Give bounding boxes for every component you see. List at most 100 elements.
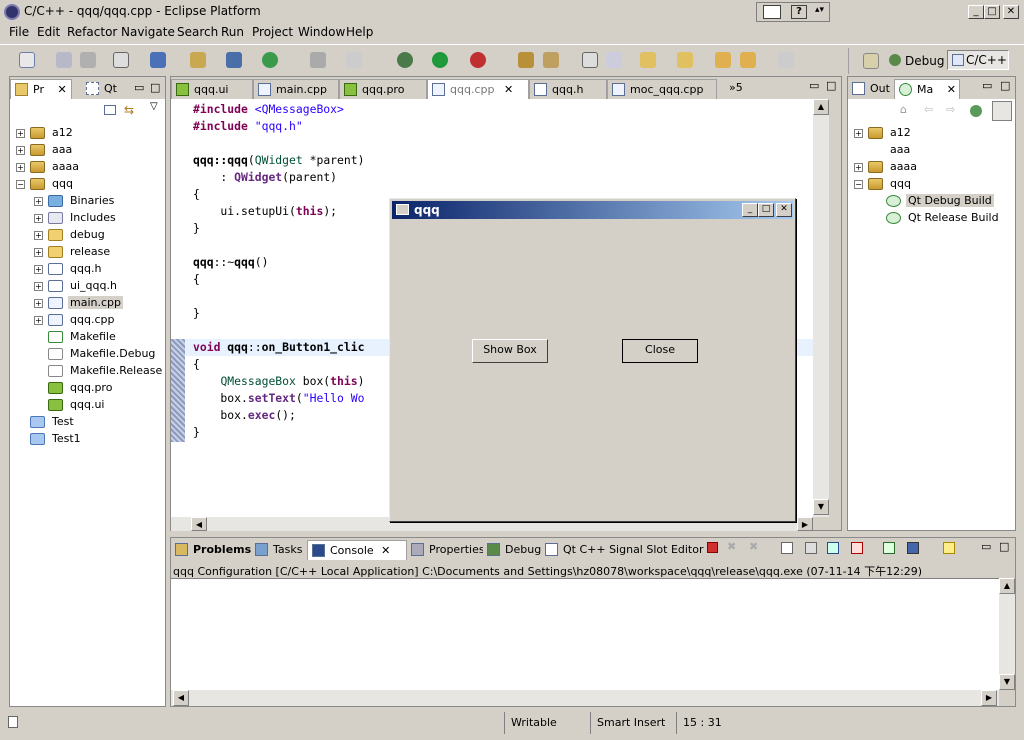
bottom-tab-qt-c-signal-slot-editor[interactable]: Qt C++ Signal Slot Editor	[541, 540, 704, 560]
terminate-icon[interactable]	[707, 542, 718, 553]
show-on-output-icon[interactable]	[827, 542, 839, 554]
maximize-view-icon[interactable]: □	[999, 540, 1009, 553]
project-tree-item-qqq-cpp[interactable]: + qqq.cpp	[10, 312, 165, 329]
hide-empty-folders-toggle[interactable]	[992, 101, 1012, 121]
expand-icon[interactable]: +	[34, 316, 43, 325]
project-tree-item-qqq-h[interactable]: + qqq.h	[10, 261, 165, 278]
home-icon[interactable]: ⌂	[900, 103, 907, 116]
new-folder-icon[interactable]	[190, 52, 206, 68]
next-annotation-icon[interactable]	[640, 52, 656, 68]
tab-overflow[interactable]: »5	[729, 81, 743, 94]
project-tree-item-makefile-release[interactable]: Makefile.Release	[10, 363, 165, 380]
build-target-icon[interactable]	[970, 105, 982, 117]
help-icon[interactable]: ?	[791, 5, 807, 19]
tab-project-explorer[interactable]: Pr ✕	[10, 79, 72, 99]
menu-navigate[interactable]: Navigate	[121, 25, 175, 39]
project-tree-item-qqq-pro[interactable]: qqq.pro	[10, 380, 165, 397]
scroll-up-icon[interactable]: ▲	[999, 578, 1015, 594]
menu-run[interactable]: Run	[221, 25, 244, 39]
menu-search[interactable]: Search	[177, 25, 218, 39]
dialog-title-bar[interactable]: qqq _ □ ✕	[392, 201, 793, 219]
vertical-scrollbar[interactable]: ▲ ▼	[813, 99, 829, 517]
forward-icon[interactable]: ⇨	[946, 103, 955, 116]
dialog-close-button[interactable]: ✕	[776, 203, 792, 217]
menu-file[interactable]: File	[9, 25, 29, 39]
menu-edit[interactable]: Edit	[37, 25, 60, 39]
new-source-icon[interactable]	[262, 52, 278, 68]
collapse-icon[interactable]: −	[16, 180, 25, 189]
close-tab-icon[interactable]: ✕	[947, 83, 956, 96]
console-vertical-scrollbar[interactable]: ▲ ▼	[999, 578, 1015, 690]
expand-icon[interactable]: +	[34, 197, 43, 206]
keyboard-icon[interactable]	[763, 5, 781, 19]
make-target-item-qqq[interactable]: − qqq	[848, 176, 1015, 193]
make-target-item-qt-debug-build[interactable]: Qt Debug Build	[848, 193, 1015, 210]
scroll-left-icon[interactable]: ◀	[173, 690, 189, 706]
menu-refactor[interactable]: Refactor	[67, 25, 117, 39]
scroll-left-icon[interactable]: ◀	[191, 517, 207, 531]
project-tree-item-includes[interactable]: + Includes	[10, 210, 165, 227]
view-menu-icon[interactable]: ▽	[150, 101, 158, 112]
maximize-button[interactable]: □	[984, 5, 1000, 19]
fast-view-icon[interactable]	[8, 716, 18, 728]
last-edit-icon[interactable]	[715, 52, 731, 68]
expand-icon[interactable]: +	[854, 163, 863, 172]
expand-icon[interactable]: +	[34, 231, 43, 240]
maximize-view-icon[interactable]: □	[1000, 79, 1010, 92]
project-tree-item-ui-qqq-h[interactable]: + ui_qqq.h	[10, 278, 165, 295]
minimize-view-icon[interactable]: ▭	[981, 540, 991, 553]
minimize-editor-icon[interactable]: ▭	[809, 79, 819, 92]
tab-outline[interactable]: Out	[848, 79, 894, 99]
new-class-icon[interactable]	[226, 52, 242, 68]
open-perspective-icon[interactable]	[863, 53, 879, 69]
maximize-editor-icon[interactable]: □	[826, 79, 836, 92]
project-tree-item-debug[interactable]: + debug	[10, 227, 165, 244]
project-tree-item-qqq-ui[interactable]: qqq.ui	[10, 397, 165, 414]
expand-icon[interactable]: +	[854, 129, 863, 138]
run-icon[interactable]	[432, 52, 448, 68]
build-icon[interactable]	[310, 52, 326, 68]
scroll-down-icon[interactable]: ▼	[999, 674, 1015, 690]
close-tab-icon[interactable]: ✕	[57, 83, 66, 96]
editor-tab-qqq-pro[interactable]: qqq.pro	[339, 79, 427, 99]
editor-tab-qqq-ui[interactable]: qqq.ui	[171, 79, 253, 99]
cpp-perspective-button[interactable]: C/C++	[947, 50, 1009, 70]
save-icon[interactable]	[56, 52, 72, 68]
expand-icon[interactable]: +	[34, 214, 43, 223]
project-tree-item-main-cpp[interactable]: + main.cpp	[10, 295, 165, 312]
editor-tab-moc-qqq-cpp[interactable]: moc_qqq.cpp	[607, 79, 717, 99]
bottom-tab-debug[interactable]: Debug	[483, 540, 541, 560]
project-tree-item-makefile-debug[interactable]: Makefile.Debug	[10, 346, 165, 363]
search-icon[interactable]	[543, 52, 559, 68]
expand-icon[interactable]: +	[16, 146, 25, 155]
expand-icon[interactable]: +	[34, 265, 43, 274]
expand-icon[interactable]: +	[34, 282, 43, 291]
print-icon[interactable]	[80, 52, 96, 68]
show-on-error-icon[interactable]	[851, 542, 863, 554]
tab-make-targets[interactable]: Ma ✕	[894, 79, 960, 99]
expand-icon[interactable]: +	[16, 129, 25, 138]
build-all-icon[interactable]	[346, 52, 362, 68]
project-tree-item-aaa[interactable]: + aaa	[10, 142, 165, 159]
scroll-right-icon[interactable]: ▶	[797, 517, 813, 531]
bottom-tab-problems[interactable]: Problems	[171, 540, 251, 560]
scroll-right-icon[interactable]: ▶	[981, 690, 997, 706]
project-tree-item-aaaa[interactable]: + aaaa	[10, 159, 165, 176]
make-target-item-a12[interactable]: + a12	[848, 125, 1015, 142]
project-tree-item-a12[interactable]: + a12	[10, 125, 165, 142]
qqq-dialog-window[interactable]: qqq _ □ ✕ Show Box Close	[389, 198, 796, 522]
collapse-all-icon[interactable]	[104, 105, 116, 115]
project-tree-item-makefile[interactable]: Makefile	[10, 329, 165, 346]
editor-tab-qqq-cpp[interactable]: qqq.cpp ✕	[427, 79, 529, 99]
tab-qt[interactable]: Qt	[82, 79, 130, 99]
forward-icon[interactable]	[778, 52, 794, 68]
bottom-tab-console[interactable]: Console ✕	[307, 540, 407, 560]
pin-console-icon[interactable]	[883, 542, 895, 554]
show-box-button[interactable]: Show Box	[472, 339, 548, 363]
collapse-icon[interactable]: −	[854, 180, 863, 189]
minimize-view-icon[interactable]: ▭	[134, 81, 144, 94]
minimize-view-icon[interactable]: ▭	[982, 79, 992, 92]
remove-launch-icon[interactable]: ✖	[727, 540, 736, 553]
ime-toolbar[interactable]: ? ▴▾	[756, 2, 830, 22]
menu-help[interactable]: Help	[346, 25, 373, 39]
